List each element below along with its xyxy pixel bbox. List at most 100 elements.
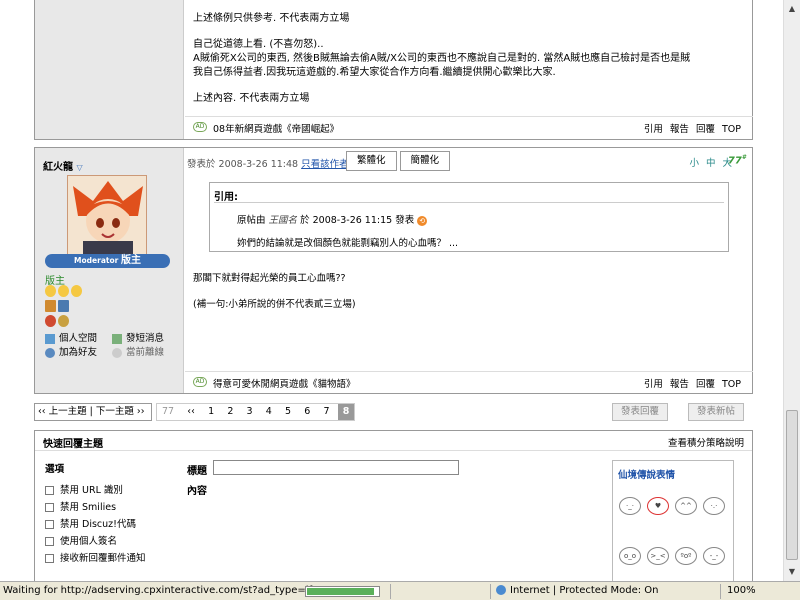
emoticon-icon[interactable]: ^^ (675, 497, 697, 515)
option-notify[interactable]: 接收新回覆郵件通知 (45, 553, 146, 570)
pm-link[interactable]: 發短消息 (112, 332, 176, 346)
vertical-scrollbar[interactable]: ▲ ▼ (783, 0, 800, 581)
scroll-down-icon[interactable]: ▼ (786, 565, 798, 579)
emoticon-icon[interactable]: ·_· (619, 497, 641, 515)
quote-author[interactable]: 王國名 (269, 215, 298, 226)
author-label[interactable]: 紅火龍 (43, 162, 73, 173)
scroll-up-icon[interactable]: ▲ (786, 2, 798, 16)
convert-buttons: 繁體化 簡體化 (346, 151, 453, 171)
quick-reply-title: 快速回覆主題 (43, 439, 103, 450)
page-link[interactable]: 4 (261, 404, 277, 420)
quote-prefix: 原帖由 (237, 215, 266, 226)
option-disable-discuz[interactable]: 禁用 Discuz!代碼 (45, 519, 146, 536)
options: 選項 禁用 URL 識別 禁用 Smilies 禁用 Discuz!代碼 使用個… (45, 461, 146, 570)
first-page-link[interactable]: ‹‹ (182, 404, 200, 420)
post-sidebar (35, 0, 184, 139)
reply-link[interactable]: 回覆 (696, 124, 715, 135)
pm-label[interactable]: 發短消息 (126, 333, 164, 344)
medal-icon (58, 315, 69, 327)
options-heading: 選項 (45, 464, 65, 475)
add-friend-link[interactable]: 加為好友 (45, 346, 109, 360)
page-link[interactable]: 7 (318, 404, 334, 420)
view-author-link[interactable]: 只看該作者 (301, 159, 349, 170)
post-line: 上述內容. 不代表兩方立場 (193, 93, 310, 104)
title-input[interactable] (213, 460, 459, 475)
medal-icon (58, 285, 69, 297)
avatar[interactable] (67, 175, 147, 255)
emoticon-icon[interactable]: o_o (619, 547, 641, 565)
option-disable-smilies[interactable]: 禁用 Smilies (45, 502, 146, 519)
top-link[interactable]: TOP (722, 379, 741, 390)
page-link[interactable]: 1 (203, 404, 219, 420)
reply-body: 那閣下就對得起光榮的員工心血嗎?? (補一句:小弟所說的併不代表貳三立場) (193, 272, 356, 324)
user-links: 個人空間 發短消息 加為好友 當前離線 (45, 332, 176, 360)
mail-icon (112, 333, 123, 344)
page-link[interactable]: 5 (280, 404, 296, 420)
emoticon-icon[interactable]: >_< (647, 547, 669, 565)
emoticon-icon[interactable]: ºoº (675, 547, 697, 565)
zone-label: Internet | Protected Mode: On (510, 585, 659, 596)
quote-link[interactable]: 引用 (644, 379, 663, 390)
profile-label[interactable]: 個人空間 (59, 333, 97, 344)
quote-link[interactable]: 引用 (644, 124, 663, 135)
checkbox[interactable] (45, 503, 54, 512)
content-label: 內容 (187, 486, 207, 497)
simplified-button[interactable]: 簡體化 (399, 151, 451, 171)
divider (490, 584, 491, 599)
dropdown-arrow-icon[interactable]: ▽ (76, 163, 82, 172)
credits-link[interactable]: 查看積分策略說明 (668, 435, 744, 449)
next-thread-link[interactable]: 下一主題 ›› (96, 406, 145, 417)
floor-number[interactable]: 77# (728, 154, 746, 166)
reply-line: 那閣下就對得起光榮的員工心血嗎?? (193, 273, 346, 284)
option-signature[interactable]: 使用個人簽名 (45, 536, 146, 553)
zoom-level[interactable]: 100% (727, 585, 756, 596)
signature-link[interactable]: 08年新網頁遊戲《帝國崛起》 (213, 121, 339, 135)
floor-value[interactable]: 77 (728, 155, 742, 166)
scroll-thumb[interactable] (786, 410, 798, 560)
option-label: 接收新回覆郵件通知 (60, 553, 146, 564)
divider (390, 584, 391, 599)
signature-link[interactable]: 得意可愛休閒網頁遊戲《貓物語》 (213, 376, 356, 390)
security-zone[interactable]: Internet | Protected Mode: On (496, 585, 658, 596)
checkbox[interactable] (45, 554, 54, 563)
checkbox[interactable] (45, 486, 54, 495)
new-thread-button[interactable]: 發表新帖 (688, 403, 745, 421)
post-date: 發表於 2008-3-26 11:48 (187, 159, 299, 170)
author-name[interactable]: 紅火龍 ▽ (43, 158, 83, 173)
friend-label[interactable]: 加為好友 (59, 347, 97, 358)
medal-icon (71, 285, 82, 297)
badge-en: Moderator (74, 256, 119, 265)
checkbox[interactable] (45, 537, 54, 546)
page-link[interactable]: 3 (242, 404, 258, 420)
home-icon (45, 333, 55, 344)
medals (45, 285, 105, 330)
emoticon-icon[interactable]: ·.· (703, 497, 725, 515)
traditional-button[interactable]: 繁體化 (346, 151, 397, 171)
reply-link[interactable]: 回覆 (696, 379, 715, 390)
avatar-image (68, 176, 146, 254)
emoticon-icon[interactable]: -_- (703, 547, 725, 565)
checkbox[interactable] (45, 520, 54, 529)
top-link[interactable]: TOP (722, 124, 741, 135)
post-line: 自己從道德上看. (不喜勿怒).. (193, 39, 324, 50)
report-link[interactable]: 報告 (670, 379, 689, 390)
option-disable-url[interactable]: 禁用 URL 識別 (45, 485, 146, 502)
quick-reply-panel: 快速回覆主題 查看積分策略說明 選項 禁用 URL 識別 禁用 Smilies … (34, 430, 753, 581)
prev-thread-link[interactable]: ‹‹ 上一主題 (38, 406, 87, 417)
post-body: 上述條例只供參考. 不代表兩方立場 自己從道德上看. (不喜勿怒).. A賊偷死… (193, 12, 733, 118)
report-link[interactable]: 報告 (670, 124, 689, 135)
moderator-badge: Moderator 版主 (45, 254, 170, 268)
pagination: 77 ‹‹ 1 2 3 4 5 6 7 8 (156, 403, 356, 421)
status-text: Waiting for http://adserving.cpxinteract… (3, 585, 347, 596)
thread-navigation: ‹‹ 上一主題 | 下一主題 ›› 77 ‹‹ 1 2 3 4 5 6 7 8 … (34, 403, 753, 421)
profile-link[interactable]: 個人空間 (45, 332, 109, 346)
medal-icon (45, 300, 56, 312)
post-meta: 發表於 2008-3-26 11:48 只看該作者 (187, 156, 349, 170)
online-status: 當前離線 (112, 346, 176, 360)
page-link[interactable]: 2 (222, 404, 238, 420)
goto-original-icon[interactable]: ⟲ (417, 215, 428, 226)
post-previous: 上述條例只供參考. 不代表兩方立場 自己從道德上看. (不喜勿怒).. A賊偷死… (34, 0, 753, 140)
post-reply-button[interactable]: 發表回覆 (612, 403, 669, 421)
emoticon-icon[interactable]: ♥ (647, 497, 669, 515)
page-link[interactable]: 6 (299, 404, 315, 420)
